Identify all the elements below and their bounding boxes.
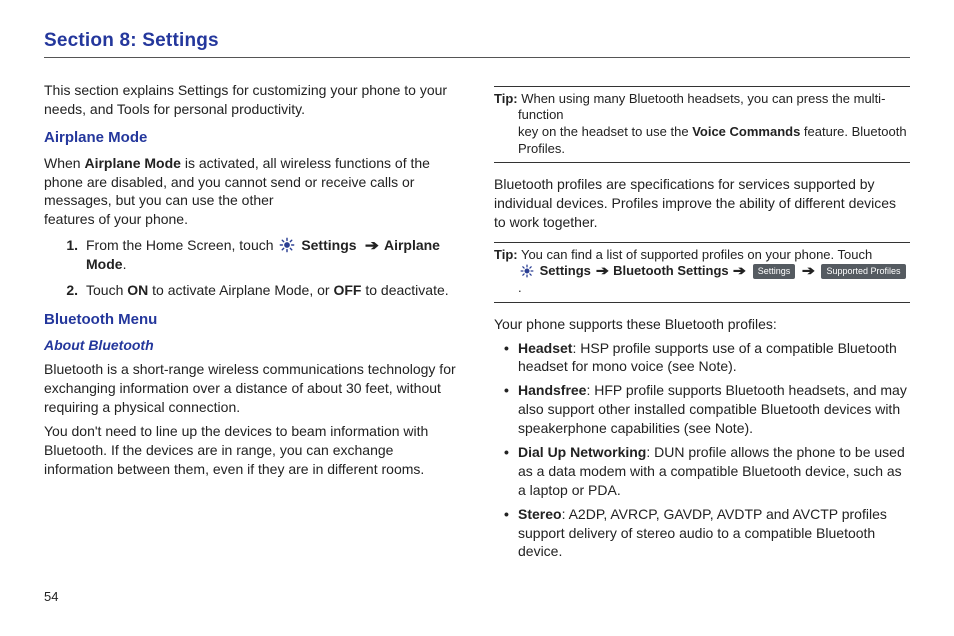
text: key on the headset to use the (518, 124, 692, 139)
on-label: ON (127, 282, 148, 298)
text: features of your phone. (44, 211, 188, 227)
tip-label: Tip: (494, 247, 518, 262)
airplane-steps: 1. From the Home Screen, touch Settings … (44, 236, 460, 300)
text: When using many Bluetooth headsets, you … (518, 91, 886, 123)
text: to deactivate. (361, 282, 448, 298)
profile-dun: Dial Up Networking: DUN profile allows t… (508, 443, 910, 500)
tip-label: Tip: (494, 91, 518, 106)
text: Profiles. (494, 141, 910, 158)
tip-supported-profiles: Tip: You can find a list of supported pr… (494, 242, 910, 303)
profiles-intro: Bluetooth profiles are specifications fo… (494, 175, 910, 232)
arrow-icon: ➔ (593, 263, 611, 280)
settings-label: Settings (301, 237, 356, 253)
profile-name: Stereo (518, 506, 562, 522)
arrow-icon: ➔ (731, 263, 749, 280)
arrow-icon: ➔ (799, 263, 817, 280)
step-number: 1. (50, 236, 78, 255)
text: feature. Bluetooth (800, 124, 906, 139)
two-column-layout: This section explains Settings for custo… (44, 76, 910, 567)
profile-list: Headset: HSP profile supports use of a c… (494, 339, 910, 562)
settings-icon (279, 237, 295, 253)
airplane-mode-heading: Airplane Mode (44, 128, 460, 148)
step-2: 2. Touch ON to activate Airplane Mode, o… (68, 281, 460, 300)
bluetooth-p2: You don't need to line up the devices to… (44, 422, 460, 479)
off-label: OFF (333, 282, 361, 298)
bluetooth-menu-heading: Bluetooth Menu (44, 310, 460, 330)
supported-profiles-chip: Supported Profiles (821, 264, 905, 279)
step-1: 1. From the Home Screen, touch Settings … (68, 236, 460, 274)
section-title: Section 8: Settings (44, 28, 910, 58)
support-intro: Your phone supports these Bluetooth prof… (494, 315, 910, 334)
text: You can find a list of supported profile… (518, 247, 873, 262)
settings-chip: Settings (753, 264, 796, 279)
text: From the Home Screen, touch (86, 237, 277, 253)
about-bluetooth-heading: About Bluetooth (44, 336, 460, 355)
profile-desc: : HSP profile supports use of a compatib… (518, 340, 897, 375)
profile-name: Headset (518, 340, 572, 356)
arrow-icon: ➔ (363, 236, 382, 255)
profile-name: Handsfree (518, 382, 586, 398)
left-column: This section explains Settings for custo… (44, 76, 460, 567)
tip-voice-commands: Tip: When using many Bluetooth headsets,… (494, 86, 910, 164)
text: to activate Airplane Mode, or (148, 282, 333, 298)
voice-commands-bold: Voice Commands (692, 124, 800, 139)
text: Touch (86, 282, 127, 298)
text: . (123, 256, 127, 272)
airplane-paragraph: When Airplane Mode is activated, all wir… (44, 154, 460, 230)
page-number: 54 (44, 588, 910, 606)
settings-icon (520, 264, 534, 278)
bt-settings-label: Bluetooth Settings (613, 263, 729, 278)
profile-stereo: Stereo: A2DP, AVRCP, GAVDP, AVDTP and AV… (508, 505, 910, 562)
text: When (44, 155, 84, 171)
right-column: Tip: When using many Bluetooth headsets,… (494, 76, 910, 567)
profile-headset: Headset: HSP profile supports use of a c… (508, 339, 910, 377)
airplane-mode-bold: Airplane Mode (84, 155, 180, 171)
settings-label: Settings (540, 263, 591, 278)
profile-desc: : A2DP, AVRCP, GAVDP, AVDTP and AVCTP pr… (518, 506, 887, 560)
intro-paragraph: This section explains Settings for custo… (44, 81, 460, 119)
profile-name: Dial Up Networking (518, 444, 646, 460)
bluetooth-p1: Bluetooth is a short-range wireless comm… (44, 360, 460, 417)
profile-handsfree: Handsfree: HFP profile supports Bluetoot… (508, 381, 910, 438)
step-number: 2. (50, 281, 78, 300)
